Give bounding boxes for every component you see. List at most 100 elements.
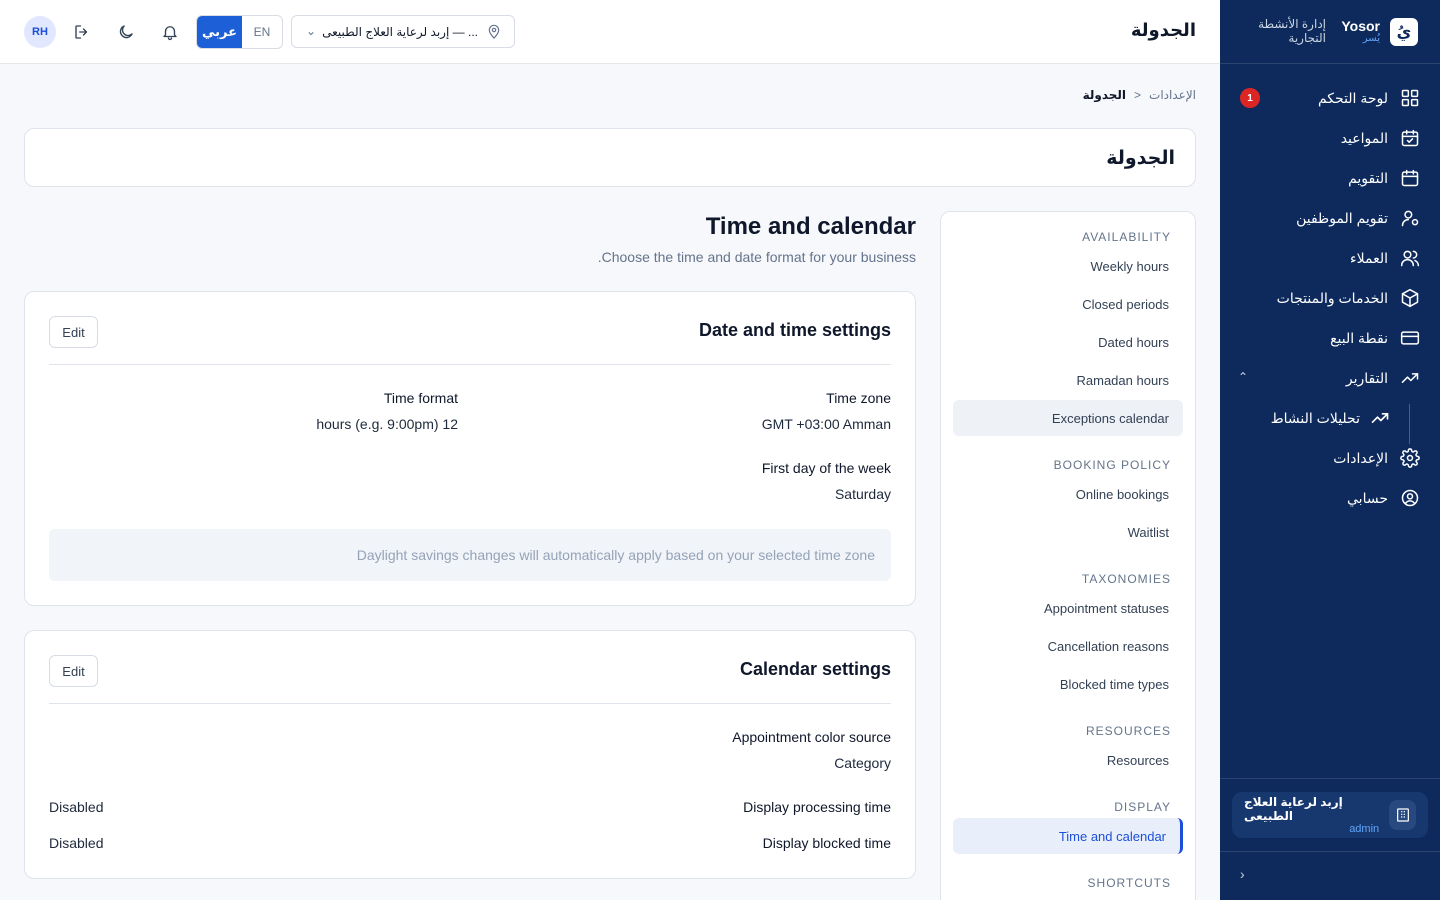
sidebar-item-account[interactable]: حسابي bbox=[1220, 478, 1440, 518]
processing-time-label: Display processing time bbox=[743, 799, 891, 815]
language-switcher: عربي EN bbox=[196, 15, 283, 49]
top-header: RH عربي EN ⌄ إربد لرعاية العلاج الطبيعى … bbox=[0, 0, 1220, 64]
time-format-value: hours (e.g. 9:00pm) 12 bbox=[316, 416, 458, 432]
sidebar-item-calendar[interactable]: التقويم bbox=[1220, 158, 1440, 198]
sidebar-item-label: المواعيد bbox=[1340, 129, 1388, 146]
processing-time-value: Disabled bbox=[49, 799, 104, 815]
branch-texts: إربد لرعاية العلاج الطبيعى admin bbox=[1244, 795, 1379, 835]
brand-logo: يُ bbox=[1390, 17, 1418, 46]
settings-nav-item-active[interactable]: Time and calendar bbox=[953, 818, 1183, 854]
settings-nav-item[interactable]: Ramadan hours bbox=[953, 362, 1183, 398]
sidebar-item-pos[interactable]: نقطة البيع bbox=[1220, 318, 1440, 358]
sidebar-item-services[interactable]: الخدمات والمنتجات bbox=[1220, 278, 1440, 318]
section-subtitle: .Choose the time and date format for you… bbox=[597, 249, 916, 265]
blocked-time-label: Display blocked time bbox=[762, 835, 891, 851]
sidebar-item-clients[interactable]: العملاء bbox=[1220, 238, 1440, 278]
sidebar-item-appointments[interactable]: المواعيد bbox=[1220, 118, 1440, 158]
branch-switcher[interactable]: إربد لرعاية العلاج الطبيعى admin bbox=[1232, 792, 1428, 838]
settings-nav-item[interactable]: Waitlist bbox=[953, 514, 1183, 550]
sidebar-item-label: لوحة التحكم bbox=[1317, 89, 1388, 106]
sidebar-item-label: تحليلات النشاط bbox=[1270, 409, 1360, 426]
settings-nav-item[interactable]: Online bookings bbox=[953, 476, 1183, 512]
section-title: Time and calendar bbox=[705, 213, 916, 240]
sidebar-item-label: العملاء bbox=[1350, 249, 1388, 266]
daylight-savings-notice: Daylight savings changes will automatica… bbox=[49, 529, 891, 581]
first-day-value: Saturday bbox=[834, 486, 891, 502]
time-format-label: Time format bbox=[383, 390, 458, 406]
breadcrumb-parent[interactable]: الإعدادات bbox=[1149, 88, 1196, 102]
lang-arabic-button[interactable]: عربي bbox=[197, 16, 242, 48]
time-zone-value: GMT +03:00 Amman bbox=[761, 416, 891, 432]
user-circle-icon bbox=[1401, 489, 1419, 507]
settings-nav-item[interactable]: Dated hours bbox=[953, 324, 1183, 360]
dashboard-icon bbox=[1401, 89, 1419, 107]
sidebar-item-label: حسابي bbox=[1347, 489, 1388, 506]
settings-group-title: AVAILABILITY bbox=[1082, 230, 1171, 244]
breadcrumb-separator: < bbox=[1134, 88, 1142, 102]
sidebar-subitem-activity-analytics[interactable]: تحليلات النشاط bbox=[1220, 398, 1440, 444]
brand-sub: يُسر bbox=[1362, 32, 1380, 44]
location-select[interactable]: ⌄ إربد لرعاية العلاج الطبيعى — ... bbox=[291, 15, 515, 48]
trending-up-icon bbox=[1371, 413, 1389, 423]
chevron-up-icon[interactable]: ⌃ bbox=[1238, 370, 1248, 384]
card-title: Date and time settings bbox=[698, 320, 891, 340]
logout-icon[interactable] bbox=[70, 20, 94, 44]
settings-icon bbox=[1400, 448, 1420, 468]
edit-button[interactable]: Edit bbox=[49, 316, 98, 348]
settings-group-title: BOOKING POLICY bbox=[1053, 458, 1171, 472]
card-title: Calendar settings bbox=[739, 659, 891, 679]
settings-group-title: DISPLAY bbox=[1114, 800, 1171, 814]
divider bbox=[1220, 851, 1440, 852]
settings-group-title: TAXONOMIES bbox=[1081, 572, 1171, 586]
sidebar-item-label: نقطة البيع bbox=[1330, 329, 1388, 346]
first-day-label: First day of the week bbox=[761, 460, 891, 476]
settings-nav-item[interactable]: Closed periods bbox=[953, 286, 1183, 322]
calendar-check-icon bbox=[1401, 129, 1419, 147]
edit-button[interactable]: Edit bbox=[49, 655, 98, 687]
credit-card-icon bbox=[1400, 331, 1420, 345]
sidebar-item-staff-calendar[interactable]: تقويم الموظفين bbox=[1220, 198, 1440, 238]
trending-up-icon bbox=[1401, 373, 1419, 383]
moon-icon[interactable] bbox=[114, 20, 138, 44]
divider bbox=[49, 364, 891, 365]
breadcrumb-current: الجدولة bbox=[1082, 88, 1127, 102]
sidebar-item-label: التقارير bbox=[1345, 369, 1388, 386]
settings-nav-item[interactable]: Appointment statuses bbox=[953, 590, 1183, 626]
time-zone-label: Time zone bbox=[826, 390, 891, 406]
box-icon bbox=[1401, 288, 1419, 308]
sidebar: Yosor يُسر يُ إدارة الأنشطة التجارية 1 ل… bbox=[1220, 0, 1440, 900]
branch-role: admin bbox=[1349, 823, 1380, 835]
brand-name: Yosor bbox=[1341, 17, 1380, 34]
blocked-time-value: Disabled bbox=[49, 835, 104, 851]
settings-group-title: RESOURCES bbox=[1085, 724, 1171, 738]
sidebar-nav: 1 لوحة التحكم المواعيد التقويم تقويم الم… bbox=[1220, 64, 1440, 518]
breadcrumb: الإعدادات < الجدولة bbox=[1083, 88, 1196, 102]
settings-nav-item[interactable]: Cancellation reasons bbox=[953, 628, 1183, 664]
building-icon bbox=[1389, 800, 1416, 830]
notification-badge: 1 bbox=[1240, 88, 1260, 108]
branch-name: إربد لرعاية العلاج الطبيعى bbox=[1244, 795, 1343, 823]
settings-group-title: SHORTCUTS bbox=[1087, 876, 1171, 890]
sidebar-item-label: الخدمات والمنتجات bbox=[1276, 289, 1388, 306]
sidebar-item-dashboard[interactable]: 1 لوحة التحكم bbox=[1220, 78, 1440, 118]
avatar[interactable]: RH bbox=[24, 16, 56, 48]
page-title: الجدولة bbox=[1106, 148, 1175, 169]
calendar-settings-card: Calendar settings Edit Appointment color… bbox=[24, 630, 916, 879]
bell-icon[interactable] bbox=[158, 20, 182, 44]
chevron-down-icon: ⌄ bbox=[306, 24, 317, 38]
date-time-settings-card: Date and time settings Edit Time zone GM… bbox=[24, 291, 916, 606]
color-source-value: Category bbox=[834, 755, 891, 771]
settings-nav-item[interactable]: Exceptions calendar bbox=[953, 400, 1183, 436]
chevron-right-icon[interactable]: › bbox=[1240, 866, 1245, 882]
users-icon bbox=[1400, 250, 1420, 267]
sidebar-item-settings[interactable]: الإعدادات bbox=[1220, 438, 1440, 478]
settings-nav-item[interactable]: Resources bbox=[953, 742, 1183, 778]
calendar-icon bbox=[1401, 169, 1419, 187]
settings-nav-item[interactable]: Weekly hours bbox=[953, 248, 1183, 284]
lang-english-button[interactable]: EN bbox=[242, 16, 282, 48]
settings-nav-item[interactable]: Blocked time types bbox=[953, 666, 1183, 702]
brand-texts: Yosor يُسر bbox=[1341, 19, 1380, 45]
sidebar-item-reports[interactable]: ⌃ التقارير bbox=[1220, 358, 1440, 398]
divider bbox=[49, 703, 891, 704]
settings-nav: AVAILABILITY Weekly hours Closed periods… bbox=[940, 211, 1196, 900]
